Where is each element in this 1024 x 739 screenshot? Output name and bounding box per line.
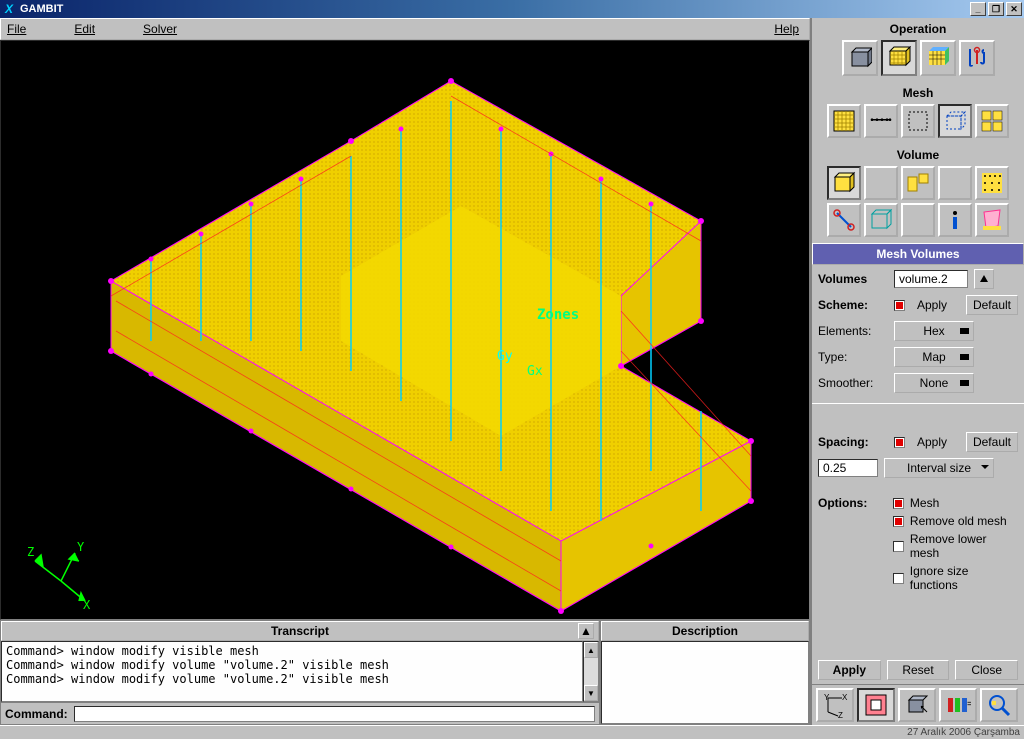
volume-btn-2[interactable] [864,166,898,200]
spacing-input[interactable] [818,459,878,477]
volume-btn-8[interactable] [901,203,935,237]
opt-ignore-size-check[interactable] [893,573,904,584]
menu-help[interactable]: Help [774,22,799,36]
elements-label: Elements: [818,324,888,338]
description-body [601,641,809,724]
select-mode-button[interactable] [898,688,936,722]
opt-remove-old-label: Remove old mesh [910,514,1007,528]
global-controls-row: Y X Z = [812,684,1024,725]
volume-delete-button[interactable] [975,203,1009,237]
operation-tools-button[interactable] [959,40,995,76]
volume-label: Volume [812,144,1024,164]
volumes-label: Volumes [818,272,888,286]
taskbar-date: 27 Aralık 2006 Çarşamba [907,727,1020,738]
opt-ignore-size-label: Ignore size functions [910,564,1018,592]
options-label: Options: [818,496,887,510]
mesh-face-button[interactable] [901,104,935,138]
close-button[interactable]: Close [955,660,1018,680]
opt-mesh-label: Mesh [910,496,939,510]
command-label: Command: [5,707,68,721]
scheme-label: Scheme: [818,298,888,312]
spacing-apply-check[interactable] [894,437,905,448]
examine-button[interactable] [980,688,1018,722]
transcript-body: Command> window modify visible mesh Comm… [1,641,583,702]
scheme-apply-label: Apply [917,298,947,312]
volume-modify-button[interactable] [864,203,898,237]
menu-solver[interactable]: Solver [143,22,177,36]
spacing-default-button[interactable]: Default [966,432,1018,452]
center-triad: Gy Gx [497,349,513,379]
operation-zones-button[interactable] [920,40,956,76]
svg-text:=: = [967,699,971,710]
type-label: Type: [818,350,888,364]
titlebar: X GAMBIT _ ❐ ✕ [0,0,1024,18]
menu-edit[interactable]: Edit [74,22,95,36]
volume-btn-4[interactable] [938,166,972,200]
transcript-scrollbar[interactable]: ▲ ▼ [583,641,599,702]
scheme-default-button[interactable]: Default [966,295,1018,315]
volume-mesh-button[interactable] [827,166,861,200]
command-input[interactable] [74,706,595,722]
volumes-input[interactable] [894,270,968,288]
mesh-group-button[interactable] [975,104,1009,138]
mesh-label: Mesh [812,82,1024,102]
opt-remove-old-check[interactable] [893,516,904,527]
smoother-dropdown[interactable]: None [894,373,974,393]
type-dropdown[interactable]: Map [894,347,974,367]
minimize-button[interactable]: _ [970,2,986,16]
graphics-viewport[interactable]: Zones Gy Gx X Y [0,40,810,620]
smoother-label: Smoother: [818,376,888,390]
zones-label: Zones [537,307,579,323]
volumes-pick-button[interactable] [974,269,994,289]
operation-label: Operation [812,18,1024,38]
visibility-button[interactable]: = [939,688,977,722]
fit-button[interactable] [857,688,895,722]
scroll-up-button[interactable]: ▲ [584,642,598,658]
volume-cooper-button[interactable] [901,166,935,200]
elements-dropdown[interactable]: Hex [894,321,974,341]
description-title: Description [672,624,738,638]
volume-info-button[interactable] [938,203,972,237]
reset-button[interactable]: Reset [887,660,950,680]
transcript-expand-button[interactable]: ▲ [578,623,594,639]
opt-mesh-check[interactable] [893,498,904,509]
operation-geometry-button[interactable] [842,40,878,76]
operation-mesh-button[interactable] [881,40,917,76]
maximize-button[interactable]: ❐ [988,2,1004,16]
scheme-apply-check[interactable] [894,300,905,311]
transcript-panel: Transcript ▲ Command> window modify visi… [0,620,600,725]
menu-file[interactable]: File [7,22,26,36]
app-title: GAMBIT [20,3,63,15]
transcript-title: Transcript [271,624,329,638]
orient-button[interactable]: Y X Z [816,688,854,722]
description-panel: Description [600,620,810,725]
app-icon: X [2,2,16,16]
opt-remove-lower-label: Remove lower mesh [910,532,1018,560]
menubar: File Edit Solver Help [0,18,810,40]
close-window-button[interactable]: ✕ [1006,2,1022,16]
taskbar: 27 Aralık 2006 Çarşamba [0,725,1024,739]
right-panel: Operation Mesh [812,18,1024,725]
volume-check-button[interactable] [975,166,1009,200]
mesh-edge-button[interactable] [864,104,898,138]
svg-text:X: X [842,693,848,702]
form-title: Mesh Volumes [812,243,1024,265]
spacing-mode-dropdown[interactable]: Interval size [884,458,994,478]
opt-remove-lower-check[interactable] [893,541,904,552]
svg-text:Y: Y [824,693,830,702]
mesh-boundary-layer-button[interactable] [827,104,861,138]
volume-link-button[interactable] [827,203,861,237]
apply-button[interactable]: Apply [818,660,881,680]
spacing-apply-label: Apply [917,435,947,449]
spacing-label: Spacing: [818,435,888,449]
scroll-down-button[interactable]: ▼ [584,685,598,701]
svg-text:Z: Z [838,711,843,718]
mesh-volume-button[interactable] [938,104,972,138]
